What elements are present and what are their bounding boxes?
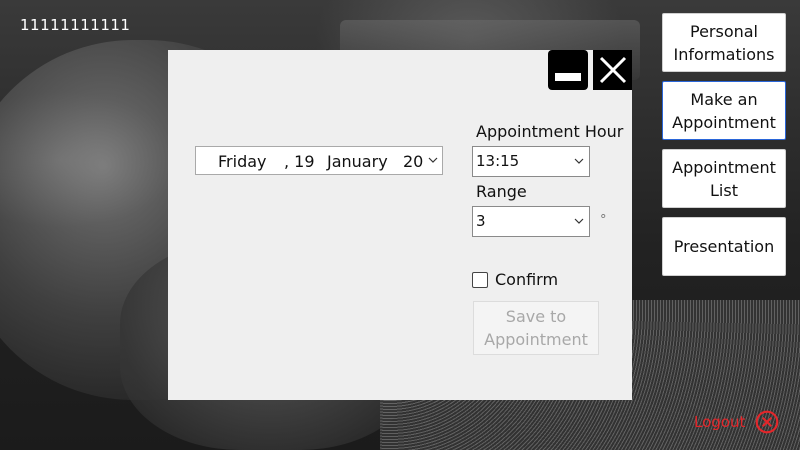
personal-informations-button[interactable]: Personal Informations (662, 13, 786, 72)
presentation-button[interactable]: Presentation (662, 217, 786, 276)
date-day: , 19 (284, 152, 315, 171)
logout-icon (756, 410, 779, 434)
range-value: 3 (476, 212, 486, 230)
chevron-down-icon (428, 157, 438, 163)
close-button[interactable] (593, 50, 632, 90)
range-label: Range (476, 182, 527, 201)
date-month: January (327, 152, 388, 171)
range-select[interactable]: 3 (472, 206, 590, 237)
save-appointment-button[interactable]: Save to Appointment (473, 301, 599, 355)
chevron-down-icon (574, 158, 584, 164)
appointment-dialog: Friday , 19 January 20 Appointment Hour … (168, 50, 632, 400)
date-day-name: Friday (218, 152, 267, 171)
date-year: 20 (403, 152, 424, 171)
appointment-hour-select[interactable]: 13:15 (472, 146, 590, 177)
logout-button[interactable]: Logout (694, 410, 779, 434)
confirm-checkbox[interactable] (472, 272, 488, 288)
appointment-hour-label: Appointment Hour (476, 122, 624, 141)
minimize-button[interactable] (548, 50, 588, 90)
date-picker[interactable]: Friday , 19 January 20 (195, 146, 443, 175)
appointment-list-button[interactable]: Appointment List (662, 149, 786, 208)
minimize-icon (555, 73, 581, 81)
appointment-hour-value: 13:15 (476, 152, 520, 170)
range-unit: ° (600, 213, 607, 228)
chevron-down-icon (574, 218, 584, 224)
logout-label: Logout (694, 413, 746, 431)
close-icon (599, 56, 626, 84)
user-id-label: 11111111111 (20, 16, 131, 34)
confirm-label[interactable]: Confirm (495, 270, 558, 289)
make-appointment-button[interactable]: Make an Appointment (662, 81, 786, 140)
